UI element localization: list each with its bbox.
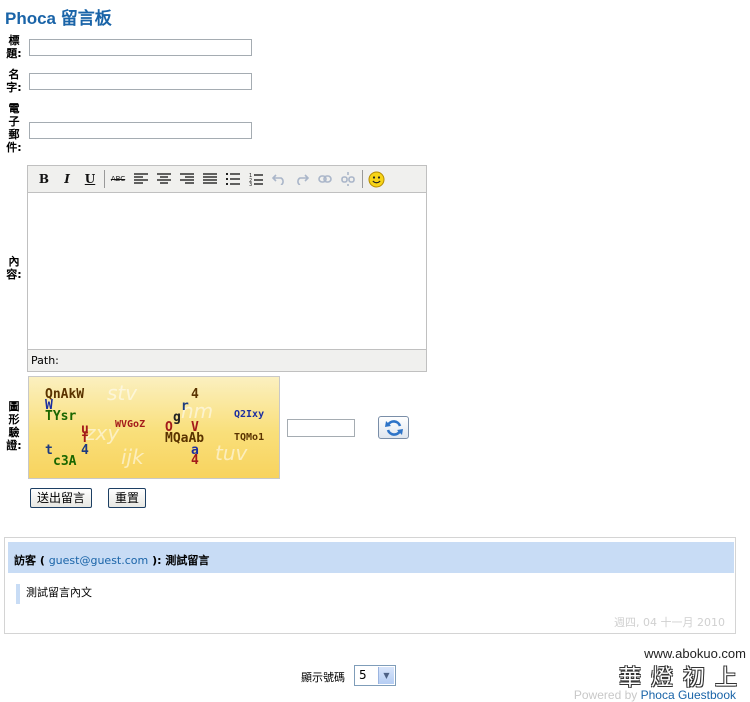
captcha-char: g	[173, 410, 181, 425]
page-title: Phoca 留言板	[5, 9, 112, 28]
captcha-char: r	[181, 399, 189, 414]
captcha-noise: stv	[107, 381, 138, 405]
editor-toolbar: B I U ABC 123	[28, 166, 426, 193]
name-label: 名字:	[6, 68, 22, 94]
title-label: 標題:	[6, 34, 22, 60]
italic-button[interactable]: I	[57, 169, 77, 189]
powered-by: Powered by Phoca Guestbook	[574, 688, 736, 702]
smiley-icon[interactable]	[366, 169, 386, 189]
powered-by-text: Powered by	[573, 688, 638, 702]
phoca-guestbook-link[interactable]: Phoca Guestbook	[641, 688, 736, 702]
strikethrough-button[interactable]: ABC	[108, 169, 128, 189]
underline-button[interactable]: U	[80, 169, 100, 189]
pagination-selected-value: 5	[359, 668, 367, 682]
entry-body: 測試留言內文	[16, 584, 92, 604]
captcha-image: stv nm zxy ijk tuv QnAkW W TYsr u f WVGo…	[28, 376, 280, 479]
captcha-label: 圖形驗證:	[6, 400, 22, 452]
captcha-char: TYsr	[45, 409, 77, 424]
unlink-icon[interactable]	[338, 169, 358, 189]
redo-icon[interactable]	[292, 169, 312, 189]
site-watermark: www.abokuo.com	[644, 646, 746, 661]
captcha-char: 4	[191, 453, 199, 468]
bullet-list-icon[interactable]	[223, 169, 243, 189]
toolbar-separator	[104, 170, 105, 188]
bold-button[interactable]: B	[34, 169, 54, 189]
captcha-refresh-button[interactable]	[378, 416, 409, 439]
captcha-char: Q2Ixy	[234, 409, 265, 420]
numbered-list-icon[interactable]: 123	[246, 169, 266, 189]
entry-subject: 測試留言	[165, 554, 210, 567]
align-justify-icon[interactable]	[200, 169, 220, 189]
toolbar-separator	[362, 170, 363, 188]
pagination-select[interactable]: 5 ▼	[354, 665, 396, 686]
captcha-char: WVGoZ	[115, 419, 146, 430]
pagination-label: 顯示號碼	[301, 671, 345, 684]
name-input[interactable]	[29, 73, 252, 90]
entry-email-link[interactable]: guest@guest.com	[49, 554, 149, 567]
link-icon[interactable]	[315, 169, 335, 189]
content-editor: B I U ABC 123 Path:	[27, 165, 427, 372]
undo-icon[interactable]	[269, 169, 289, 189]
content-label: 內容:	[6, 255, 22, 281]
captcha-input[interactable]	[287, 419, 355, 437]
chevron-down-icon: ▼	[378, 667, 394, 684]
refresh-icon	[384, 419, 403, 436]
editor-path-bar: Path:	[28, 349, 426, 371]
guestbook-entry: 訪客 ( guest@guest.com ): 測試留言 測試留言內文 週四, …	[4, 537, 736, 634]
email-input[interactable]	[29, 122, 252, 139]
captcha-char: c3A	[53, 454, 77, 469]
reset-button[interactable]: 重置	[108, 488, 147, 508]
entry-author: 訪客	[14, 554, 36, 567]
entry-header: 訪客 ( guest@guest.com ): 測試留言	[8, 542, 734, 573]
captcha-noise: ijk	[121, 445, 144, 469]
title-input[interactable]	[29, 39, 252, 56]
svg-text:3: 3	[249, 182, 252, 186]
submit-button[interactable]: 送出留言	[30, 488, 93, 508]
captcha-char: t	[45, 443, 53, 458]
align-center-icon[interactable]	[154, 169, 174, 189]
captcha-char: 4	[81, 443, 89, 458]
editor-content-area[interactable]	[28, 193, 426, 349]
captcha-char: 4	[191, 387, 199, 402]
captcha-char: TQMo1	[234, 432, 265, 443]
captcha-noise: tuv	[215, 441, 248, 465]
align-left-icon[interactable]	[131, 169, 151, 189]
align-right-icon[interactable]	[177, 169, 197, 189]
entry-close-paren: ):	[148, 554, 162, 567]
entry-date: 週四, 04 十一月 2010	[614, 616, 725, 629]
email-label: 電子郵件:	[6, 102, 22, 154]
entry-open-paren: (	[39, 554, 49, 567]
